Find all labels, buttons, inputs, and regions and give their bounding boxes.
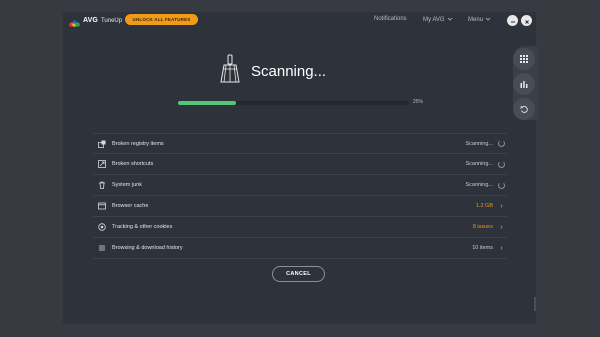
scan-header: Scanning... [218, 54, 326, 89]
brand-name: AVG [83, 17, 98, 24]
scan-results-list: Broken registry items Scanning... Broken… [93, 133, 507, 259]
scan-item-label: System junk [112, 182, 142, 188]
chevron-down-icon [447, 16, 453, 24]
chevron-down-icon [485, 16, 491, 24]
notifications-link[interactable]: Notifications [374, 16, 407, 22]
scan-item-broken-registry[interactable]: Broken registry items Scanning... [93, 133, 507, 154]
scan-item-label: Browser cache [112, 203, 149, 209]
undo-icon [520, 100, 528, 118]
my-avg-label: My AVG [423, 17, 445, 23]
apps-grid-button[interactable] [513, 48, 535, 70]
scan-item-result: 8 issues [472, 224, 493, 230]
scan-item-label: Browsing & download history [112, 245, 183, 251]
scan-item-tracking-cookies[interactable]: Tracking & other cookies 8 issues › [93, 217, 507, 238]
chevron-right-icon: › [500, 223, 503, 231]
scan-item-system-junk[interactable]: System junk Scanning... [93, 175, 507, 196]
scan-item-label: Broken registry items [112, 140, 164, 147]
app-window: AVG TuneUp UNLOCK ALL FEATURES Notificat… [63, 12, 536, 324]
menu-label: Menu [468, 17, 484, 23]
progress-percent: 25% [413, 99, 424, 105]
stats-button[interactable] [513, 73, 535, 95]
browser-icon [98, 202, 106, 210]
scan-item-result: 1.2 GB [475, 203, 493, 209]
bar-chart-icon [520, 75, 528, 93]
scan-title: Scanning... [251, 63, 327, 80]
close-button[interactable] [521, 15, 532, 26]
shortcut-icon [98, 160, 106, 168]
chevron-right-icon: › [500, 202, 503, 210]
spinner-icon [498, 181, 505, 189]
unlock-all-features-button[interactable]: UNLOCK ALL FEATURES [125, 14, 198, 25]
progress-fill [178, 101, 236, 105]
spinner-icon [498, 160, 505, 168]
scan-item-result: 10 items [472, 245, 493, 251]
tracking-icon [98, 223, 106, 231]
window-scrollbar[interactable] [534, 297, 536, 311]
scan-item-broken-shortcuts[interactable]: Broken shortcuts Scanning... [93, 154, 507, 175]
chevron-right-icon: › [500, 244, 503, 252]
scan-item-label: Tracking & other cookies [112, 224, 173, 230]
broom-icon [218, 54, 242, 89]
cancel-button[interactable]: CANCEL [272, 266, 325, 282]
scan-item-status: Scanning... [465, 140, 493, 147]
menu-dropdown[interactable]: Menu [468, 16, 491, 24]
my-avg-menu[interactable]: My AVG [423, 16, 453, 24]
title-bar: AVG TuneUp UNLOCK ALL FEATURES Notificat… [63, 12, 536, 30]
app-logo: AVG TuneUp [69, 16, 123, 27]
minimize-button[interactable] [507, 15, 518, 26]
close-icon [524, 12, 530, 30]
grid-icon [520, 50, 528, 68]
undo-button[interactable] [513, 98, 535, 120]
scan-item-browsing-history[interactable]: Browsing & download history 10 items › [93, 238, 507, 259]
scan-item-status: Scanning... [465, 161, 493, 167]
scan-item-label: Broken shortcuts [112, 161, 154, 167]
history-icon [98, 244, 106, 252]
scan-item-status: Scanning... [465, 182, 493, 188]
spinner-icon [498, 140, 505, 147]
minimize-icon [510, 12, 516, 30]
avg-logo-icon [69, 16, 80, 27]
trash-icon [98, 181, 106, 189]
product-name: TuneUp [100, 17, 123, 24]
registry-icon [98, 140, 106, 148]
scan-item-browser-cache[interactable]: Browser cache 1.2 GB › [93, 196, 507, 217]
scan-progress-bar [178, 101, 409, 105]
